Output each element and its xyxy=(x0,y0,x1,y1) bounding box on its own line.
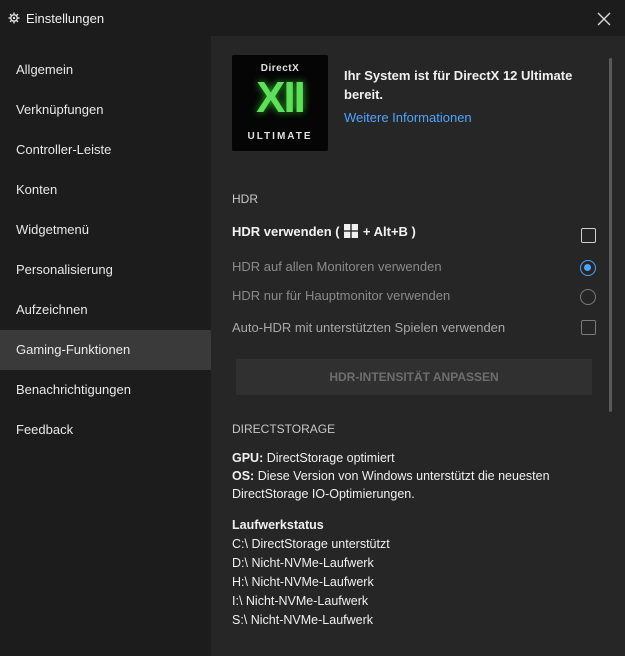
gear-icon xyxy=(8,12,20,24)
title-bar: Einstellungen xyxy=(0,0,625,36)
gpu-status: GPU: DirectStorage optimiert xyxy=(232,451,395,465)
sidebar-item-feedback[interactable]: Feedback xyxy=(0,410,211,450)
directx-12-ultimate-logo: DirectX XII ULTIMATE xyxy=(232,55,328,151)
hdr-section-heading: HDR xyxy=(232,192,258,206)
more-info-link[interactable]: Weitere Informationen xyxy=(344,110,472,125)
use-hdr-suffix: + Alt+B ) xyxy=(362,224,416,239)
sidebar-item-allgemein[interactable]: Allgemein xyxy=(0,50,211,90)
directx-status-text: Ihr System ist für DirectX 12 Ultimate b… xyxy=(344,68,573,102)
directstorage-section-heading: DIRECTSTORAGE xyxy=(232,422,336,436)
windows-key-icon xyxy=(344,224,359,238)
auto-hdr-label: Auto-HDR mit unterstützten Spielen verwe… xyxy=(232,320,506,335)
drive-status-item: I:\ Nicht-NVMe-Laufwerk xyxy=(232,594,369,608)
sidebar-item-konten[interactable]: Konten xyxy=(0,170,211,210)
sidebar-item-controller-leiste[interactable]: Controller-Leiste xyxy=(0,130,211,170)
auto-hdr-checkbox[interactable] xyxy=(581,320,596,335)
window-title: Einstellungen xyxy=(26,11,105,26)
hdr-intensity-button[interactable]: HDR-INTENSITÄT ANPASSEN xyxy=(236,359,592,395)
sidebar-item-widgetmenue[interactable]: Widgetmenü xyxy=(0,210,211,250)
sidebar-item-verknuepfungen[interactable]: Verknüpfungen xyxy=(0,90,211,130)
sidebar-item-gaming-funktionen[interactable]: Gaming-Funktionen xyxy=(0,330,211,370)
os-status: OS: Diese Version von Windows unterstütz… xyxy=(232,467,602,503)
drive-status-heading: Laufwerkstatus xyxy=(232,518,324,532)
gpu-label: GPU: xyxy=(232,451,264,465)
drive-status-item: S:\ Nicht-NVMe-Laufwerk xyxy=(232,613,374,627)
sidebar-item-aufzeichnen[interactable]: Aufzeichnen xyxy=(0,290,211,330)
sidebar: Allgemein Verknüpfungen Controller-Leist… xyxy=(0,36,211,656)
drive-status-item: D:\ Nicht-NVMe-Laufwerk xyxy=(232,556,374,570)
logo-bottom-text: ULTIMATE xyxy=(247,131,313,142)
os-value: Diese Version von Windows unterstützt di… xyxy=(232,469,550,501)
use-hdr-label: HDR verwenden ( + Alt+B ) xyxy=(232,224,416,239)
gpu-value: DirectStorage optimiert xyxy=(263,451,395,465)
close-icon[interactable] xyxy=(593,8,615,30)
use-hdr-checkbox[interactable] xyxy=(581,228,596,243)
hdr-all-monitors-radio[interactable] xyxy=(580,260,596,276)
use-hdr-prefix: HDR verwenden ( xyxy=(232,224,340,239)
sidebar-item-benachrichtigungen[interactable]: Benachrichtigungen xyxy=(0,370,211,410)
drive-status-item: H:\ Nicht-NVMe-Laufwerk xyxy=(232,575,374,589)
hdr-all-monitors-label: HDR auf allen Monitoren verwenden xyxy=(232,259,442,274)
logo-main-text: XII xyxy=(256,73,306,122)
scrollbar[interactable] xyxy=(609,58,612,412)
drive-status-item: C:\ DirectStorage unterstützt xyxy=(232,537,390,551)
hdr-main-monitor-radio[interactable] xyxy=(580,289,596,305)
os-label: OS: xyxy=(232,469,255,483)
hdr-main-monitor-label: HDR nur für Hauptmonitor verwenden xyxy=(232,288,451,303)
sidebar-item-personalisierung[interactable]: Personalisierung xyxy=(0,250,211,290)
gaming-features-panel: DirectX XII ULTIMATE Ihr System ist für … xyxy=(211,36,625,656)
